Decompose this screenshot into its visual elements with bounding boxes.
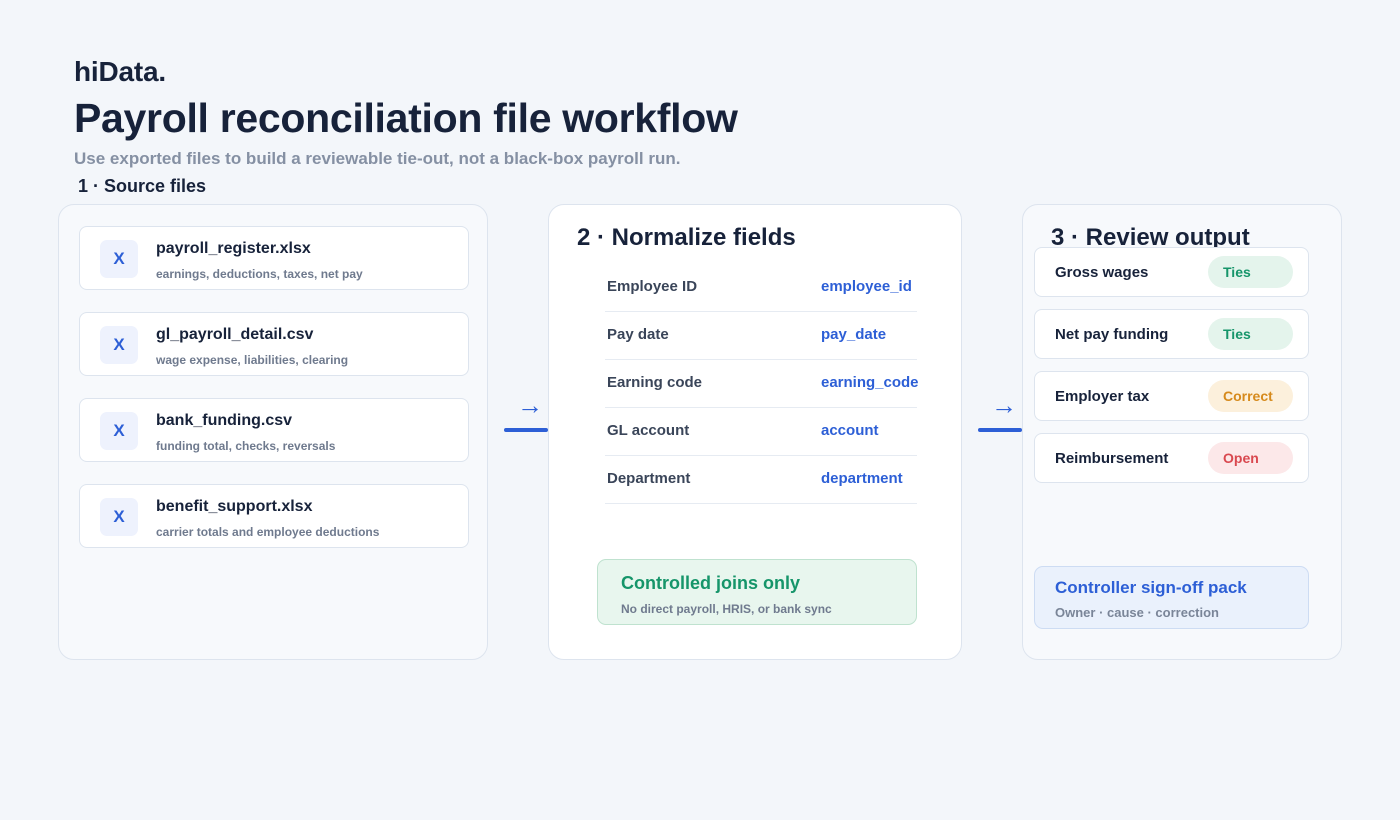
status-badge: Open xyxy=(1208,442,1293,474)
check-label: Employer tax xyxy=(1055,388,1150,405)
page-subtitle: Use exported files to build a reviewable… xyxy=(74,149,681,168)
field-mapping-row: Department department xyxy=(605,456,917,504)
normalize-fields-panel: 2 · Normalize fields Employee ID employe… xyxy=(548,204,962,660)
target-field: earning_code xyxy=(821,374,919,391)
file-name: bank_funding.csv xyxy=(156,412,293,429)
excel-icon: X xyxy=(100,240,138,278)
review-output-panel: 3 · Review output Gross wages Ties Net p… xyxy=(1022,204,1342,660)
file-card-bank-funding[interactable]: X bank_funding.csv funding total, checks… xyxy=(79,398,469,462)
file-description: wage expense, liabilities, clearing xyxy=(156,353,349,367)
controlled-joins-callout: Controlled joins only No direct payroll,… xyxy=(597,559,917,625)
status-badge: Ties xyxy=(1208,256,1293,288)
arrow-right-icon: → xyxy=(517,390,543,420)
signoff-title: Controller sign-off pack xyxy=(1055,578,1247,597)
file-description: funding total, checks, reversals xyxy=(156,439,336,453)
field-mapping-row: Earning code earning_code xyxy=(605,360,919,408)
target-field: account xyxy=(821,422,879,439)
callout-title: Controlled joins only xyxy=(621,573,800,593)
field-mapping-row: Employee ID employee_id xyxy=(605,264,917,312)
excel-icon: X xyxy=(100,326,138,364)
check-card-net-pay-funding[interactable]: Net pay funding Ties xyxy=(1034,309,1309,359)
source-field: Employee ID xyxy=(607,278,698,295)
target-field: employee_id xyxy=(821,278,912,295)
file-card-payroll-register[interactable]: X payroll_register.xlsx earnings, deduct… xyxy=(79,226,469,290)
excel-icon: X xyxy=(100,498,138,536)
page-title: Payroll reconciliation file workflow xyxy=(74,95,738,141)
field-mapping-row: GL account account xyxy=(605,408,917,456)
check-card-gross-wages[interactable]: Gross wages Ties xyxy=(1034,247,1309,297)
source-files-heading: 1 · Source files xyxy=(78,176,207,196)
file-description: earnings, deductions, taxes, net pay xyxy=(156,267,363,281)
arrow-right-icon: → xyxy=(991,390,1017,420)
field-mapping-row: Pay date pay_date xyxy=(605,312,917,360)
callout-description: No direct payroll, HRIS, or bank sync xyxy=(621,602,832,616)
signoff-description: Owner · cause · correction xyxy=(1055,605,1219,620)
file-name: payroll_register.xlsx xyxy=(156,240,311,257)
check-label: Reimbursement xyxy=(1055,450,1169,467)
source-field: Pay date xyxy=(607,326,669,343)
target-field: department xyxy=(821,470,903,487)
check-label: Gross wages xyxy=(1055,264,1149,281)
target-field: pay_date xyxy=(821,326,887,343)
connector-line xyxy=(504,428,548,432)
source-field: GL account xyxy=(607,422,690,439)
file-description: carrier totals and employee deductions xyxy=(156,525,380,539)
source-field: Department xyxy=(607,470,691,487)
file-card-benefit-support[interactable]: X benefit_support.xlsx carrier totals an… xyxy=(79,484,469,548)
check-label: Net pay funding xyxy=(1055,326,1169,343)
status-badge: Ties xyxy=(1208,318,1293,350)
file-card-gl-payroll-detail[interactable]: X gl_payroll_detail.csv wage expense, li… xyxy=(79,312,469,376)
check-card-reimbursement[interactable]: Reimbursement Open xyxy=(1034,433,1309,483)
excel-icon: X xyxy=(100,412,138,450)
status-badge: Correct xyxy=(1208,380,1293,412)
check-card-employer-tax[interactable]: Employer tax Correct xyxy=(1034,371,1309,421)
connector-line xyxy=(978,428,1022,432)
file-name: gl_payroll_detail.csv xyxy=(156,326,314,343)
controller-signoff-card[interactable]: Controller sign-off pack Owner · cause ·… xyxy=(1034,566,1309,629)
normalize-fields-heading: 2 · Normalize fields xyxy=(577,224,796,251)
file-name: benefit_support.xlsx xyxy=(156,498,313,515)
source-files-panel: X payroll_register.xlsx earnings, deduct… xyxy=(58,204,488,660)
source-field: Earning code xyxy=(607,374,703,391)
brand-logo: hiData. xyxy=(74,56,166,87)
